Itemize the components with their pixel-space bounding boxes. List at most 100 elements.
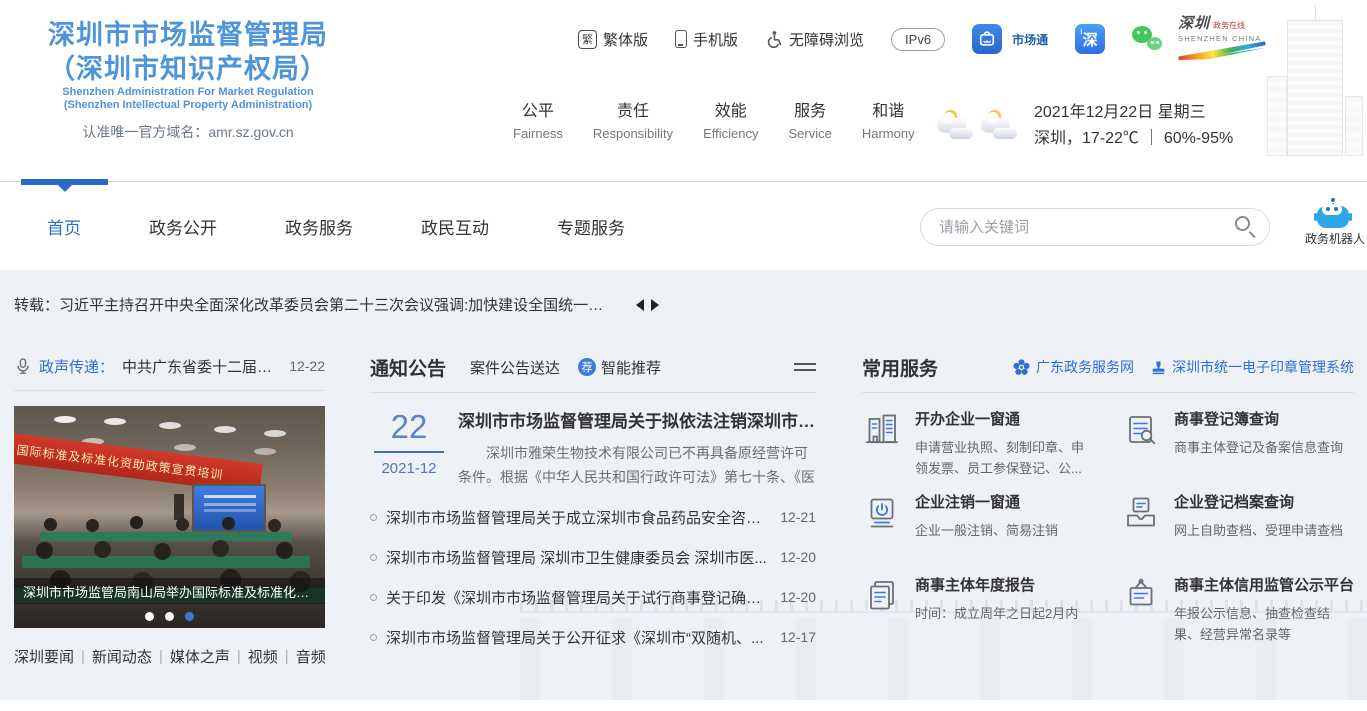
service-archive-query[interactable]: 企业登记档案查询 网上自助查档、受理申请查档 xyxy=(1121,493,1354,576)
carousel-dot-3[interactable] xyxy=(185,612,194,621)
more-icon[interactable] xyxy=(794,359,816,375)
tab-news-updates[interactable]: 新闻动态 xyxy=(92,646,152,667)
nav-item-interaction[interactable]: 政民互动 xyxy=(421,214,489,239)
robot-label: 政务机器人 xyxy=(1305,230,1361,247)
featured-day: 22 xyxy=(370,409,448,445)
service-title[interactable]: 商事主体信用监管公示平台 xyxy=(1174,576,1354,596)
divider xyxy=(14,390,325,391)
notice-title[interactable]: 深圳市市场监督管理局关于成立深圳市食品药品安全咨询... xyxy=(386,507,770,528)
nav-item-special-services[interactable]: 专题服务 xyxy=(557,214,625,239)
logo-title-line2: （深圳市知识产权局） xyxy=(23,52,353,86)
nav-item-gov-info[interactable]: 政务公开 xyxy=(149,214,217,239)
wechat-link[interactable] xyxy=(1132,26,1162,52)
building-sketch-graphic xyxy=(1263,0,1363,160)
search-button[interactable] xyxy=(1225,209,1269,245)
notice-date: 12-17 xyxy=(780,629,816,645)
microphone-icon xyxy=(14,357,32,376)
cloudy-sun-icon xyxy=(982,110,1020,142)
main-content: 转载：习近平主持召开中央全面深化改革委员会第二十三次会议强调:加快建设全国统一大… xyxy=(0,270,1367,700)
photo-audience-graphic xyxy=(44,518,57,531)
carousel-dot-1[interactable] xyxy=(145,612,154,621)
search-icon xyxy=(1235,216,1250,231)
logo-title-line1: 深圳市市场监督管理局 xyxy=(23,18,353,52)
gov-robot-button[interactable]: 政务机器人 xyxy=(1305,198,1361,247)
notice-title[interactable]: 深圳市市场监督管理局 深圳市卫生健康委员会 深圳市医... xyxy=(386,547,770,568)
eseal-system-link[interactable]: 深圳市统一电子印章管理系统 xyxy=(1150,357,1354,377)
site-header: 深圳市市场监督管理局 （深圳市知识产权局） Shenzhen Administr… xyxy=(0,0,1367,181)
nav-item-gov-services[interactable]: 政务服务 xyxy=(285,214,353,239)
value-fairness: 公平 Fairness xyxy=(513,101,563,145)
news-carousel[interactable]: 国际标准及标准化资助政策宣贯培训 深圳市市场监管局南山局举办国际标准及标准化资.… xyxy=(14,406,325,628)
tab-shenzhen-news[interactable]: 深圳要闻 xyxy=(14,646,74,667)
ticker-prev-icon[interactable] xyxy=(636,299,644,311)
service-title[interactable]: 开办企业一窗通 xyxy=(915,410,1095,430)
accessibility-link[interactable]: 无障碍浏览 xyxy=(765,29,864,50)
flower-icon xyxy=(1012,358,1031,377)
stamp-icon xyxy=(1150,359,1167,376)
service-open-business[interactable]: 开办企业一窗通 申请营业执照、刻制印章、申领发票、员工参保登记、公... xyxy=(862,410,1095,493)
mobile-label: 手机版 xyxy=(693,29,738,50)
notice-title[interactable]: 关于印发《深圳市市场监督管理局关于试行商事登记确认... xyxy=(386,587,770,608)
bullet-icon xyxy=(370,634,377,641)
brand-cn-text: 深圳 xyxy=(1178,15,1210,32)
service-annual-report[interactable]: 商事主体年度报告 时间：成立周年之日起2月内 xyxy=(862,576,1095,659)
featured-notice: 22 2021-12 深圳市市场监督管理局关于拟依法注销深圳市雅... 深圳市雅… xyxy=(370,407,816,489)
ticker-headline[interactable]: 转载：习近平主持召开中央全面深化改革委员会第二十三次会议强调:加快建设全国统一大… xyxy=(14,294,604,315)
service-credit-platform[interactable]: 商事主体信用监管公示平台 年报公示信息、抽查检查结果、经营异常名录等 xyxy=(1121,576,1354,659)
service-title[interactable]: 企业注销一窗通 xyxy=(915,493,1095,513)
notice-list: 深圳市市场监督管理局关于成立深圳市食品药品安全咨询... 12-21 深圳市市场… xyxy=(370,497,816,657)
carousel-photo-graphic xyxy=(54,416,76,423)
search-input[interactable] xyxy=(921,219,1225,236)
guangdong-gov-link[interactable]: 广东政务服务网 xyxy=(1012,357,1134,377)
service-deregistration[interactable]: 企业注销一窗通 企业一般注销、简易注销 xyxy=(862,493,1095,576)
featured-notice-title[interactable]: 深圳市市场监督管理局关于拟依法注销深圳市雅... xyxy=(458,407,816,432)
voice-news-title[interactable]: 中共广东省委十二届十五... xyxy=(122,356,281,377)
market-app-link[interactable]: 市场通 xyxy=(972,24,1048,54)
report-icon xyxy=(862,576,902,616)
case-announcement-link[interactable]: 案件公告送达 xyxy=(470,357,560,378)
notice-row: 关于印发《深圳市市场监督管理局关于试行商事登记确认... 12-20 xyxy=(370,577,816,617)
services-external-links: 广东政务服务网 深圳市统一电子印章管理系统 xyxy=(1012,357,1354,377)
building-icon xyxy=(862,410,902,450)
ticker-next-icon[interactable] xyxy=(651,299,659,311)
service-desc: 申请营业执照、刻制印章、申领发票、员工参保登记、公... xyxy=(915,437,1095,479)
site-logo[interactable]: 深圳市市场监督管理局 （深圳市知识产权局） Shenzhen Administr… xyxy=(23,18,353,142)
voice-news-date: 12-22 xyxy=(289,358,325,374)
service-title[interactable]: 商事登记簿查询 xyxy=(1174,410,1354,430)
weather-widget: 2021年12月22日 星期三 深圳，17-22℃ ｜ 60%-95% xyxy=(938,100,1233,152)
logo-english-line2: (Shenzhen Intellectual Property Administ… xyxy=(23,99,353,112)
tab-audio[interactable]: 音频 xyxy=(296,646,326,667)
nav-item-home[interactable]: 首页 xyxy=(47,214,81,239)
brand-swoosh-graphic xyxy=(1178,41,1267,62)
market-app-icon xyxy=(972,24,1002,54)
notices-column: 通知公告 案件公告送达 荐 智能推荐 22 2021-12 深圳市市场监督管理局… xyxy=(370,352,816,657)
weather-detail: 深圳，17-22℃ ｜ 60%-95% xyxy=(1034,126,1233,152)
notice-row: 深圳市市场监督管理局关于成立深圳市食品药品安全咨询... 12-21 xyxy=(370,497,816,537)
photo-screen-graphic xyxy=(192,484,266,532)
bullet-icon xyxy=(370,554,377,561)
service-title[interactable]: 企业登记档案查询 xyxy=(1174,493,1354,513)
featured-date-block: 22 2021-12 xyxy=(370,407,448,489)
carousel-dot-2[interactable] xyxy=(165,612,174,621)
ishenzhen-app-link[interactable]: i深 xyxy=(1075,24,1105,54)
notice-row: 深圳市市场监督管理局关于公开征求《深圳市“双随机、... 12-17 xyxy=(370,617,816,657)
notice-title[interactable]: 深圳市市场监督管理局关于公开征求《深圳市“双随机、... xyxy=(386,627,770,648)
news-category-tabs: 深圳要闻| 新闻动态| 媒体之声| 视频| 音频 xyxy=(14,646,325,667)
shenzhen-china-logo[interactable]: 深圳政务在线 SHENZHEN CHINA xyxy=(1178,12,1266,58)
tab-video[interactable]: 视频 xyxy=(248,646,278,667)
ipv6-badge[interactable]: IPv6 xyxy=(891,28,945,51)
notices-header: 通知公告 案件公告送达 荐 智能推荐 xyxy=(370,352,816,382)
notices-title: 通知公告 xyxy=(370,354,446,381)
carousel-caption[interactable]: 深圳市市场监管局南山局举办国际标准及标准化资... xyxy=(23,582,316,601)
service-title[interactable]: 商事主体年度报告 xyxy=(915,576,1095,596)
traditional-version-link[interactable]: 繁 繁体版 xyxy=(578,29,648,50)
tab-media-voice[interactable]: 媒体之声 xyxy=(170,646,230,667)
bullet-icon xyxy=(370,514,377,521)
service-registry-query[interactable]: 商事登记簿查询 商事主体登记及备案信息查询 xyxy=(1121,410,1354,493)
smart-recommend-link[interactable]: 荐 智能推荐 xyxy=(578,357,661,378)
cloudy-moon-icon xyxy=(938,110,976,142)
mobile-version-link[interactable]: 手机版 xyxy=(675,29,738,50)
page: 深圳市市场监督管理局 （深圳市知识产权局） Shenzhen Administr… xyxy=(0,0,1367,711)
voice-news-label: 政声传递： xyxy=(39,356,114,377)
notice-row: 深圳市市场监督管理局 深圳市卫生健康委员会 深圳市医... 12-20 xyxy=(370,537,816,577)
